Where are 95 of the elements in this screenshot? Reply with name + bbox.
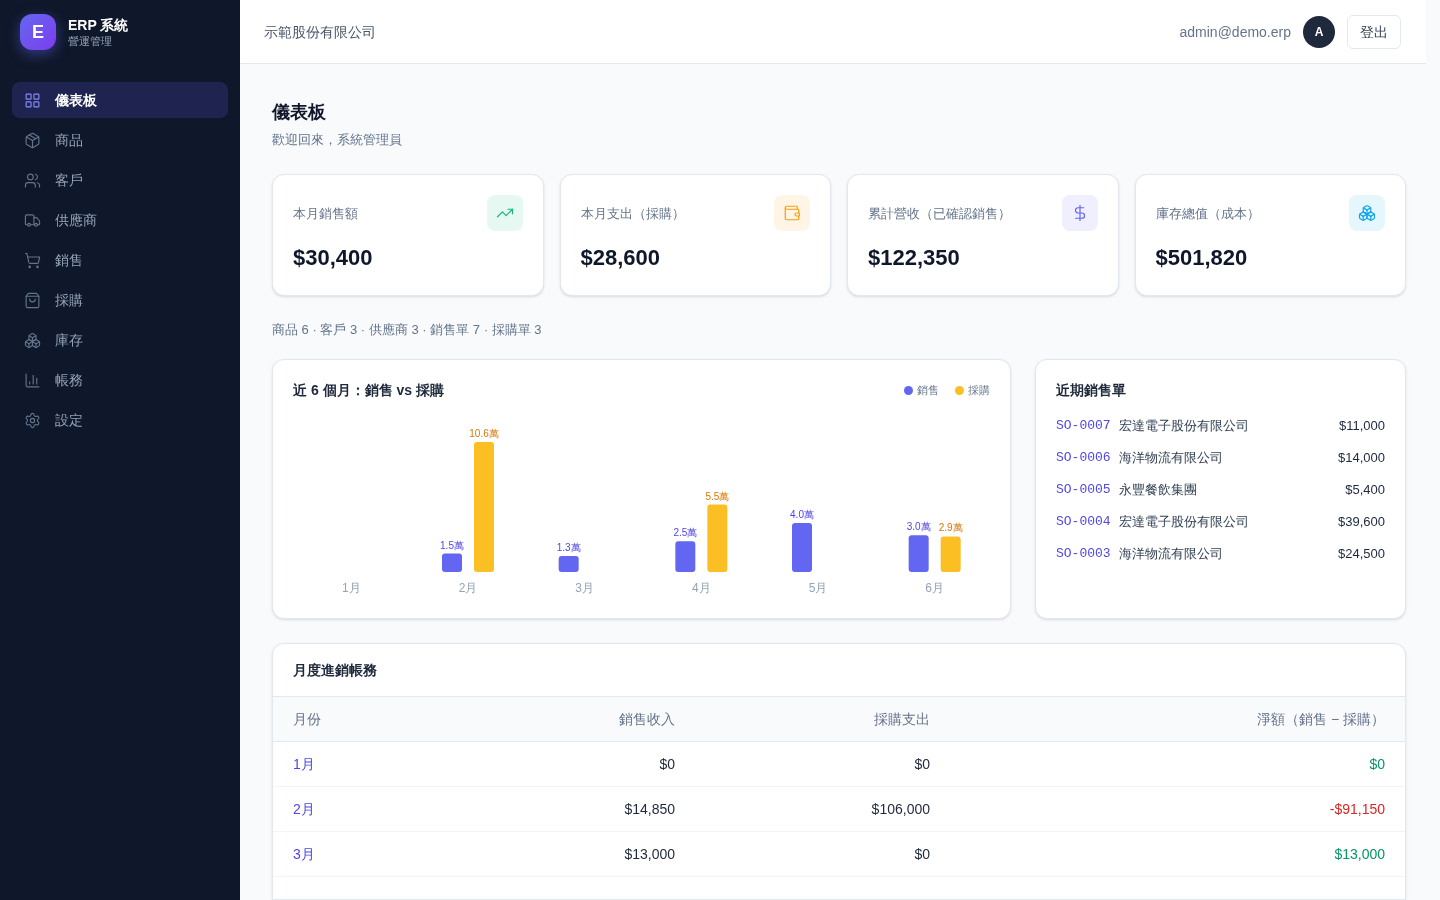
sidebar-item[interactable]: 客戶 [12, 162, 228, 198]
axis-label: 1月 [342, 581, 361, 595]
page-title: 儀表板 [272, 101, 327, 124]
truck-icon [24, 211, 41, 229]
axis-label: 3月 [575, 581, 594, 595]
stat-label: 庫存總值（成本） [1155, 204, 1260, 223]
bar [940, 536, 961, 572]
customer-name: 宏達電子股份有限公司 [1118, 417, 1249, 436]
bar-value-label: 3.0萬 [906, 521, 931, 533]
logout-button[interactable]: 登出 [1347, 14, 1401, 49]
customer-name: 海洋物流有限公司 [1118, 449, 1223, 468]
bar-value-label: 10.6萬 [469, 428, 499, 439]
order-link[interactable]: SO-0005 [1056, 481, 1111, 500]
grid-icon [24, 91, 41, 109]
order-link[interactable]: SO-0007 [1056, 417, 1111, 436]
axis-label: 5月 [808, 581, 828, 595]
bar [558, 556, 579, 572]
sidebar-item[interactable]: 帳務 [12, 362, 228, 398]
box-icon [24, 131, 41, 149]
net-amount-cell-text: -$91,150 [1328, 800, 1385, 819]
bar [675, 541, 696, 572]
stat-value: $122,350 [868, 243, 961, 272]
card-title: 近期銷售單 [1056, 381, 1127, 400]
bar-value-label: 5.5萬 [705, 490, 730, 502]
legend-label: 採購 [968, 382, 990, 398]
sidebar-item[interactable]: 銷售 [12, 242, 228, 278]
company-name: 示範股份有限公司 [264, 22, 376, 42]
cart-icon [24, 251, 41, 269]
order-amount: $5,400 [1345, 481, 1385, 500]
stat-label: 累計營收（已確認銷售） [868, 204, 1011, 223]
axis-label: 2月 [458, 581, 478, 595]
order-link[interactable]: SO-0006 [1056, 449, 1111, 468]
stat-value: $30,400 [293, 243, 374, 272]
column-header: 採購支出 [873, 710, 930, 729]
column-header: 淨額（銷售 − 採購） [1256, 710, 1385, 729]
wallet-icon [783, 203, 801, 222]
table-cell-text: $106,000 [870, 800, 930, 819]
sidebar-item[interactable]: 庫存 [12, 322, 228, 358]
avatar: A [1303, 15, 1335, 48]
boxes-icon [1358, 203, 1376, 222]
order-amount: $39,600 [1338, 513, 1385, 532]
order-link[interactable]: SO-0003 [1056, 545, 1111, 564]
stat-value: $28,600 [580, 243, 662, 272]
bar [792, 522, 812, 572]
axis-label: 6月 [925, 581, 944, 595]
column-header: 銷售收入 [618, 710, 675, 729]
month-link[interactable]: 3月 [293, 844, 375, 864]
sidebar-item[interactable]: 儀表板 [12, 82, 228, 118]
chart-title: 近 6 個月：銷售 vs 採購 [293, 381, 444, 400]
record-counts: 商品 6 · 客戶 3 · 供應商 3 · 銷售單 7 · 採購單 3 [272, 320, 543, 339]
table-cell-text: $14,850 [623, 800, 675, 819]
stat-label: 本月支出（採購） [580, 204, 685, 223]
customer-name: 永豐餐飲集團 [1118, 481, 1197, 500]
card-title: 月度進銷帳務 [292, 661, 378, 680]
net-amount-cell-text: $0 [1368, 755, 1385, 774]
bar [908, 535, 929, 572]
table-cell-text: $0 [913, 845, 930, 864]
logo-badge: E [20, 14, 56, 50]
order-link[interactable]: SO-0004 [1056, 513, 1111, 532]
bar-value-label: 2.9萬 [938, 522, 963, 534]
settings-icon [24, 411, 41, 429]
bar [707, 504, 728, 572]
sidebar-item[interactable]: 商品 [12, 122, 228, 158]
table-cell-text: $0 [913, 755, 930, 774]
sidebar-item[interactable]: 供應商 [12, 202, 228, 238]
sidebar-item[interactable]: 採購 [12, 282, 228, 318]
bar-value-label: 1.3萬 [556, 542, 581, 554]
customer-name: 宏達電子股份有限公司 [1118, 513, 1249, 532]
order-amount: $24,500 [1338, 545, 1385, 564]
month-link[interactable]: 1月 [293, 754, 375, 774]
order-amount: $11,000 [1338, 417, 1385, 436]
net-amount-cell-text: $13,000 [1333, 845, 1385, 864]
boxes-icon [24, 331, 41, 349]
legend-label: 銷售 [917, 382, 939, 398]
bag-icon [24, 291, 41, 309]
bar-value-label: 2.5萬 [673, 527, 698, 539]
column-header: 月份 [293, 710, 322, 729]
order-amount: $14,000 [1338, 449, 1385, 468]
bar-value-label: 1.5萬 [440, 539, 464, 551]
stat-label: 本月銷售額 [293, 204, 358, 223]
bar-value-label: 4.0萬 [790, 508, 814, 520]
bar [442, 553, 462, 572]
users-icon [24, 171, 41, 189]
brand-subtitle: 營運管理 [68, 35, 113, 49]
axis-label: 4月 [692, 581, 711, 595]
sidebar-item[interactable]: 設定 [12, 402, 228, 438]
stat-value: $501,820 [1155, 243, 1249, 272]
table-cell-text: $0 [658, 755, 675, 774]
brand-title: ERP 系統 [68, 16, 129, 36]
user-email: admin@demo.erp [1179, 22, 1291, 42]
bar-chart-icon [24, 371, 41, 389]
month-link[interactable]: 2月 [293, 799, 375, 819]
customer-name: 海洋物流有限公司 [1118, 545, 1223, 564]
table-cell-text: $13,000 [623, 845, 675, 864]
page-subtitle: 歡迎回來，系統管理員 [272, 131, 403, 149]
